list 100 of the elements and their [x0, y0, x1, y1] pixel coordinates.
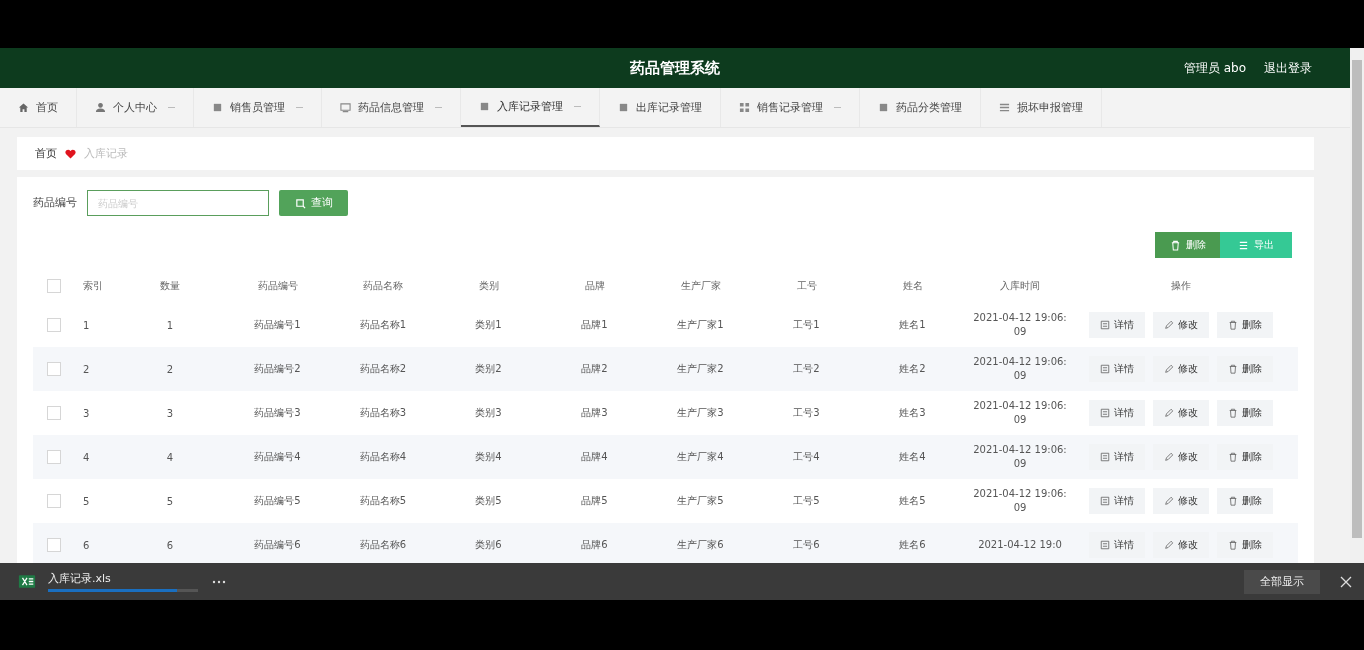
table-cell: 3	[83, 407, 90, 419]
details-button[interactable]: 详情	[1089, 444, 1145, 470]
table-cell: 药品名称3	[359, 407, 407, 418]
details-button[interactable]: 详情	[1089, 312, 1145, 338]
form-icon	[1100, 408, 1110, 418]
checkbox[interactable]	[47, 318, 61, 332]
table-cell: 2	[83, 363, 90, 375]
checkbox[interactable]	[47, 362, 61, 376]
trash-icon	[1228, 496, 1238, 506]
table-cell: 6	[83, 539, 90, 551]
nav-tab[interactable]: 药品信息管理	[322, 88, 461, 127]
table-cell: 类别4	[475, 451, 502, 462]
breadcrumb-current: 入库记录	[84, 146, 128, 161]
table-cell: 5	[83, 495, 90, 507]
column-header: 入库时间	[1000, 280, 1040, 291]
form-icon	[1100, 452, 1110, 462]
edit-button[interactable]: 修改	[1153, 356, 1209, 382]
delete-button[interactable]: 删除	[1217, 312, 1273, 338]
checkbox[interactable]	[47, 494, 61, 508]
table-cell: 品牌1	[581, 319, 608, 330]
table-cell: 药品编号4	[254, 451, 301, 462]
table-cell: 类别2	[475, 363, 502, 374]
checkbox[interactable]	[47, 279, 61, 293]
checkbox[interactable]	[47, 406, 61, 420]
heart-icon	[65, 148, 76, 159]
column-header: 数量	[160, 280, 180, 291]
spreadsheet-icon	[18, 574, 36, 589]
table-cell: 药品名称6	[359, 539, 407, 550]
table-cell: 工号2	[793, 363, 820, 374]
delete-button[interactable]: 删除	[1217, 400, 1273, 426]
nav-tab[interactable]: 入库记录管理	[461, 88, 600, 127]
form-icon	[1100, 496, 1110, 506]
nav-tab[interactable]: 出库记录管理	[600, 88, 721, 127]
table-cell: 品牌3	[581, 407, 608, 418]
nav-tab[interactable]: 首页	[0, 88, 77, 127]
pencil-icon	[1164, 320, 1174, 330]
search-icon	[294, 197, 306, 209]
details-button[interactable]: 详情	[1089, 400, 1145, 426]
table-cell: 工号6	[793, 539, 820, 550]
table-cell: 姓名1	[899, 319, 926, 330]
delete-button[interactable]: 删除	[1217, 488, 1273, 514]
table-cell: 工号4	[793, 451, 820, 462]
checkbox[interactable]	[47, 450, 61, 464]
breadcrumb-home[interactable]: 首页	[35, 146, 57, 161]
table-cell: 类别6	[475, 539, 502, 550]
table-cell: 4	[166, 451, 174, 463]
edit-button[interactable]: 修改	[1153, 400, 1209, 426]
more-icon[interactable]	[212, 579, 226, 584]
edit-button[interactable]: 修改	[1153, 444, 1209, 470]
column-header: 操作	[1171, 280, 1191, 291]
table-cell: 药品编号6	[254, 539, 301, 550]
user-name: 管理员 abo	[1183, 60, 1246, 77]
trash-icon	[1228, 320, 1238, 330]
table-cell: 药品名称1	[359, 319, 407, 330]
list-icon	[1238, 239, 1249, 251]
table-cell: 生产厂家3	[677, 407, 724, 418]
table-cell: 药品名称2	[359, 363, 407, 374]
nav-tab[interactable]: 销售员管理	[194, 88, 322, 127]
table-cell: 类别1	[475, 319, 502, 330]
app-title: 药品管理系统	[630, 58, 720, 78]
table-cell: 品牌5	[581, 495, 608, 506]
search-label: 药品编号	[33, 196, 77, 210]
trash-icon	[1228, 452, 1238, 462]
checkbox[interactable]	[47, 538, 61, 552]
table-cell: 3	[166, 407, 174, 419]
column-header: 品牌	[584, 280, 605, 291]
details-button[interactable]: 详情	[1089, 532, 1145, 558]
nav-tab[interactable]: 损坏申报管理	[981, 88, 1102, 127]
details-button[interactable]: 详情	[1089, 488, 1145, 514]
table-cell: 品牌6	[581, 539, 608, 550]
table-cell: 2021-04-12 19:0	[978, 538, 1062, 550]
logout-link[interactable]: 退出登录	[1264, 60, 1312, 77]
pencil-icon	[1164, 364, 1174, 374]
close-icon[interactable]	[1340, 575, 1352, 588]
delete-button[interactable]: 删除	[1217, 444, 1273, 470]
trash-icon	[1228, 408, 1238, 418]
delete-button[interactable]: 删除	[1217, 356, 1273, 382]
table-cell: 姓名4	[899, 451, 926, 462]
edit-button[interactable]: 修改	[1153, 488, 1209, 514]
show-all-button[interactable]: 全部显示	[1244, 569, 1320, 594]
table-cell: 2021-04-12 19:06:09	[973, 311, 1067, 337]
table-cell: 生产厂家5	[677, 495, 724, 506]
column-header: 类别	[478, 280, 499, 291]
table-cell: 5	[166, 495, 174, 507]
file-name[interactable]: 入库记录.xls	[48, 571, 198, 586]
nav-tab[interactable]: 个人中心	[77, 88, 194, 127]
delete-button[interactable]: 删除	[1217, 532, 1273, 558]
edit-button[interactable]: 修改	[1153, 312, 1209, 338]
pencil-icon	[1164, 452, 1174, 462]
edit-button[interactable]: 修改	[1153, 532, 1209, 558]
nav-tab[interactable]: 销售记录管理	[721, 88, 860, 127]
table-cell: 2021-04-12 19:06:09	[973, 487, 1067, 513]
details-button[interactable]: 详情	[1089, 356, 1145, 382]
table-cell: 药品编号2	[254, 363, 301, 374]
nav-tab[interactable]: 药品分类管理	[860, 88, 981, 127]
table-cell: 生产厂家4	[677, 451, 724, 462]
table-cell: 2021-04-12 19:06:09	[973, 355, 1067, 381]
table-cell: 生产厂家2	[677, 363, 724, 374]
table-cell: 工号5	[793, 495, 820, 506]
column-header: 索引	[83, 280, 103, 291]
